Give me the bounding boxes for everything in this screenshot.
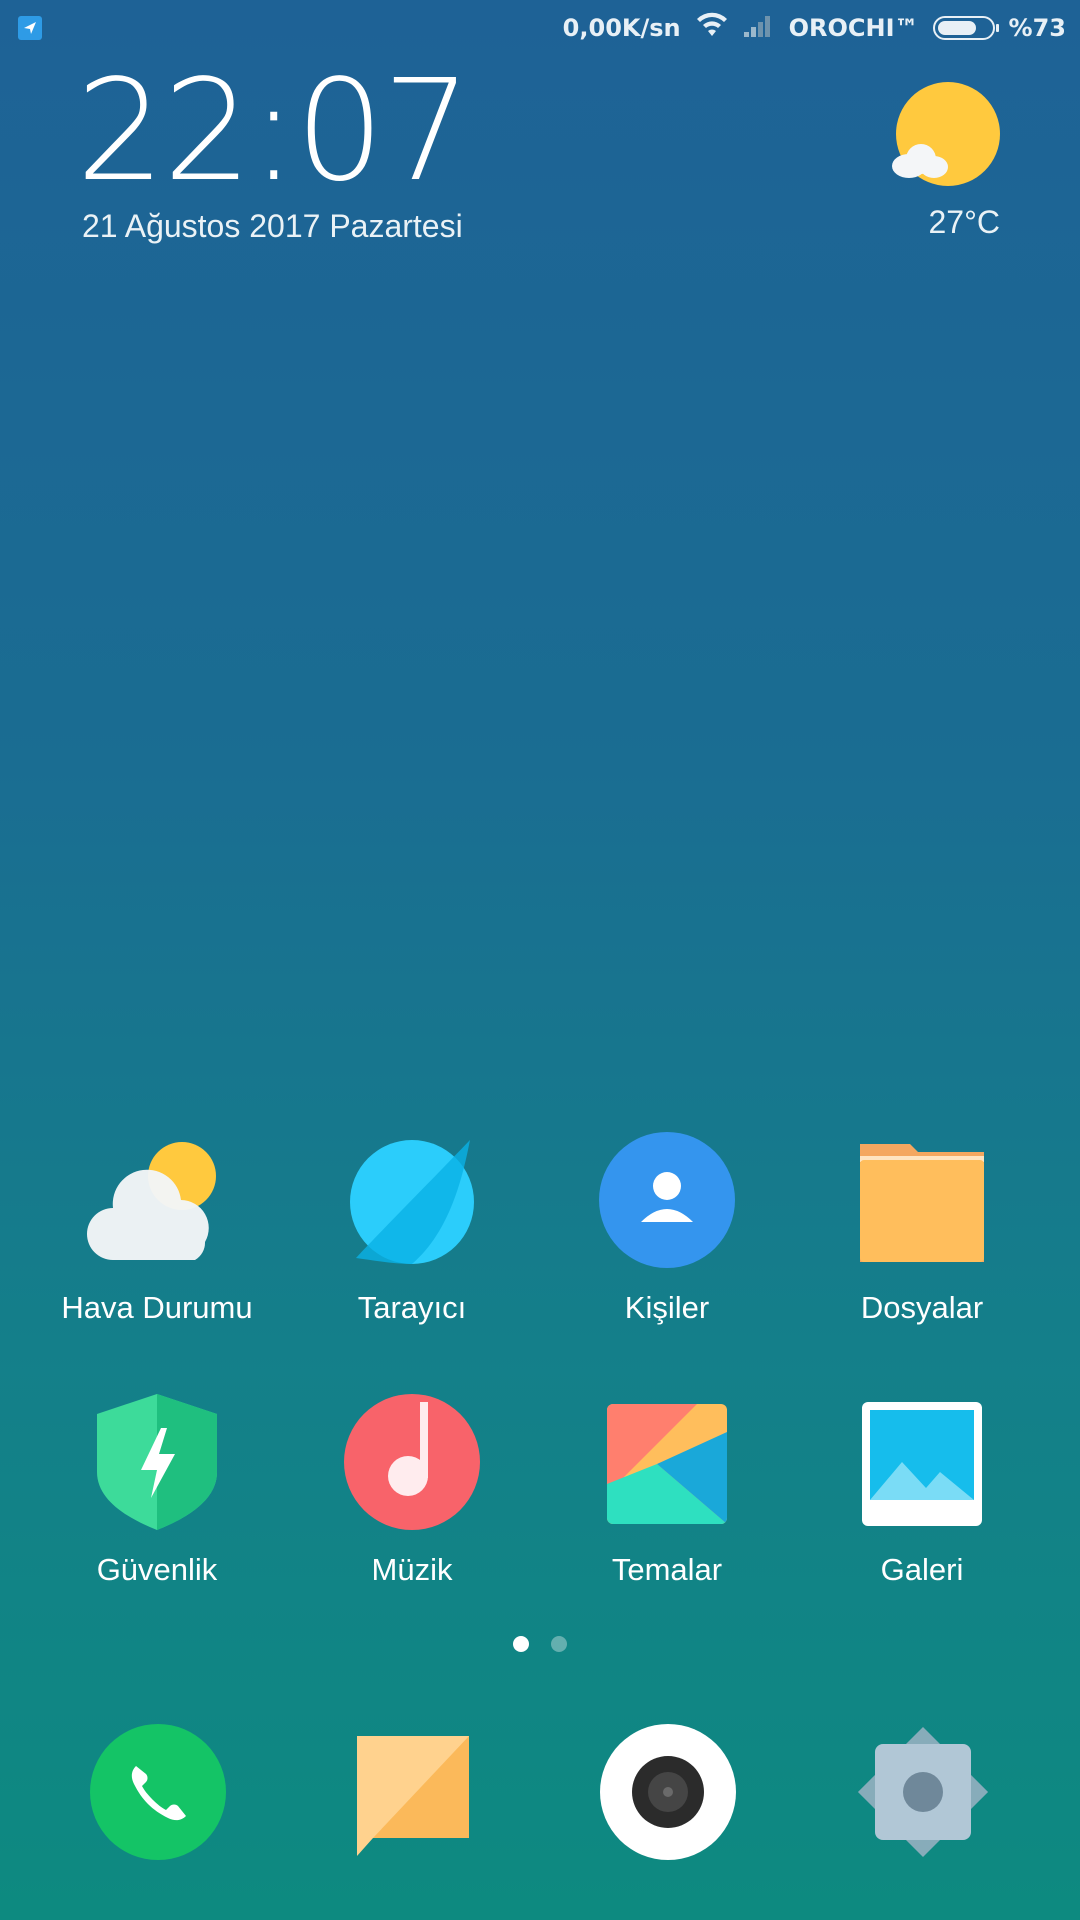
network-speed: 0,00K/sn — [562, 14, 681, 42]
app-security[interactable]: Güvenlik — [32, 1392, 282, 1588]
app-contacts[interactable]: Kişiler — [542, 1130, 792, 1326]
security-shield-icon — [87, 1392, 227, 1532]
app-label: Tarayıcı — [357, 1290, 467, 1325]
page-dot-1[interactable] — [513, 1636, 529, 1652]
battery-level — [937, 21, 976, 35]
app-themes[interactable]: Temalar — [542, 1392, 792, 1588]
app-label: Müzik — [371, 1552, 453, 1587]
app-label: Dosyalar — [860, 1290, 984, 1325]
weather-icon — [87, 1130, 227, 1270]
app-label: Galeri — [880, 1552, 964, 1587]
carrier-name: OROCHI™ — [788, 14, 919, 42]
contacts-icon — [597, 1130, 737, 1270]
app-label: Güvenlik — [96, 1552, 218, 1587]
music-icon — [342, 1392, 482, 1532]
page-indicator — [0, 1636, 1080, 1652]
app-gallery[interactable]: Galeri — [797, 1392, 1047, 1588]
battery-icon — [932, 16, 999, 40]
folder-icon — [852, 1130, 992, 1270]
dock-camera[interactable] — [598, 1722, 738, 1862]
cloud-icon — [892, 144, 948, 178]
app-label: Temalar — [611, 1552, 723, 1587]
app-label: Hava Durumu — [61, 1290, 253, 1325]
app-label: Kişiler — [624, 1290, 710, 1325]
gallery-icon — [852, 1392, 992, 1532]
wifi-icon — [695, 12, 729, 44]
clock-time[interactable]: 22:07 — [76, 62, 471, 202]
battery-percent: %73 — [1008, 14, 1066, 42]
camera-icon — [600, 1724, 736, 1860]
cellular-signal-icon — [743, 12, 775, 44]
dock-phone[interactable] — [88, 1722, 228, 1862]
app-files[interactable]: Dosyalar — [797, 1130, 1047, 1326]
browser-icon — [342, 1130, 482, 1270]
weather-widget[interactable]: 27°C — [880, 82, 1000, 252]
phone-icon — [90, 1724, 226, 1860]
app-weather[interactable]: Hava Durumu — [32, 1130, 282, 1326]
settings-icon — [857, 1726, 989, 1858]
clock-date: 21 Ağustos 2017 Pazartesi — [82, 208, 463, 244]
dock-settings[interactable] — [853, 1722, 993, 1862]
app-music[interactable]: Müzik — [287, 1392, 537, 1588]
status-bar: 0,00K/sn OROCHI™ %73 — [0, 0, 1080, 56]
page-dot-2[interactable] — [551, 1636, 567, 1652]
location-arrow-icon — [18, 16, 42, 40]
weather-temperature: 27°C — [928, 204, 1001, 240]
messages-icon — [357, 1736, 469, 1856]
themes-icon — [597, 1392, 737, 1532]
app-browser[interactable]: Tarayıcı — [287, 1130, 537, 1326]
dock-messages[interactable] — [343, 1722, 483, 1862]
